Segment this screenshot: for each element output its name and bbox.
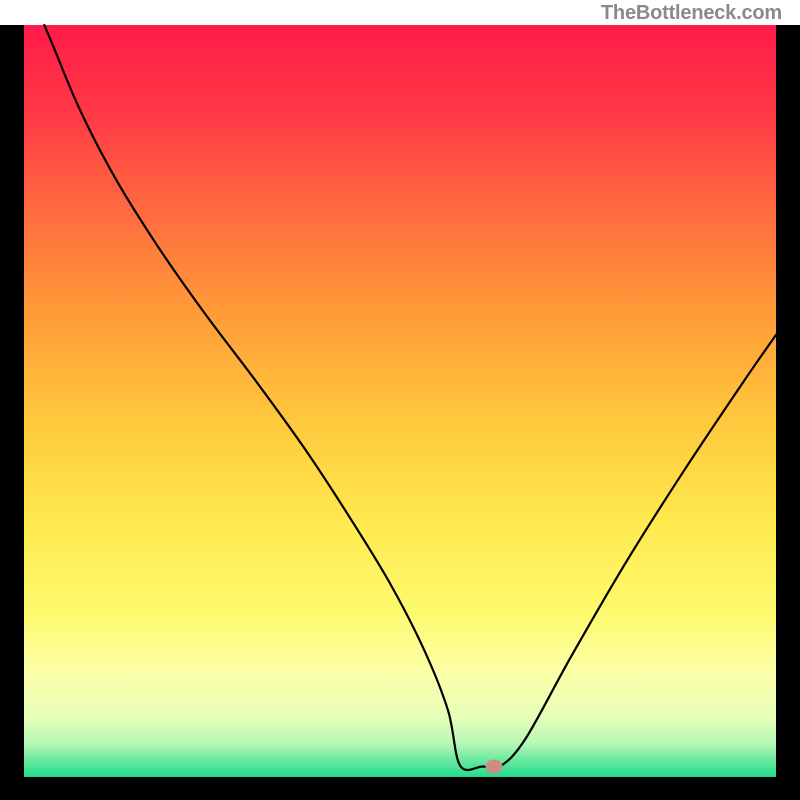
bottleneck-chart xyxy=(0,0,800,800)
attribution-label: TheBottleneck.com xyxy=(601,2,782,25)
axis-bottom xyxy=(0,777,800,800)
axis-right xyxy=(776,25,800,800)
optimal-point-marker xyxy=(486,759,503,773)
axis-left xyxy=(0,25,24,800)
plot-background xyxy=(24,25,776,777)
chart-container: TheBottleneck.com xyxy=(0,0,800,800)
